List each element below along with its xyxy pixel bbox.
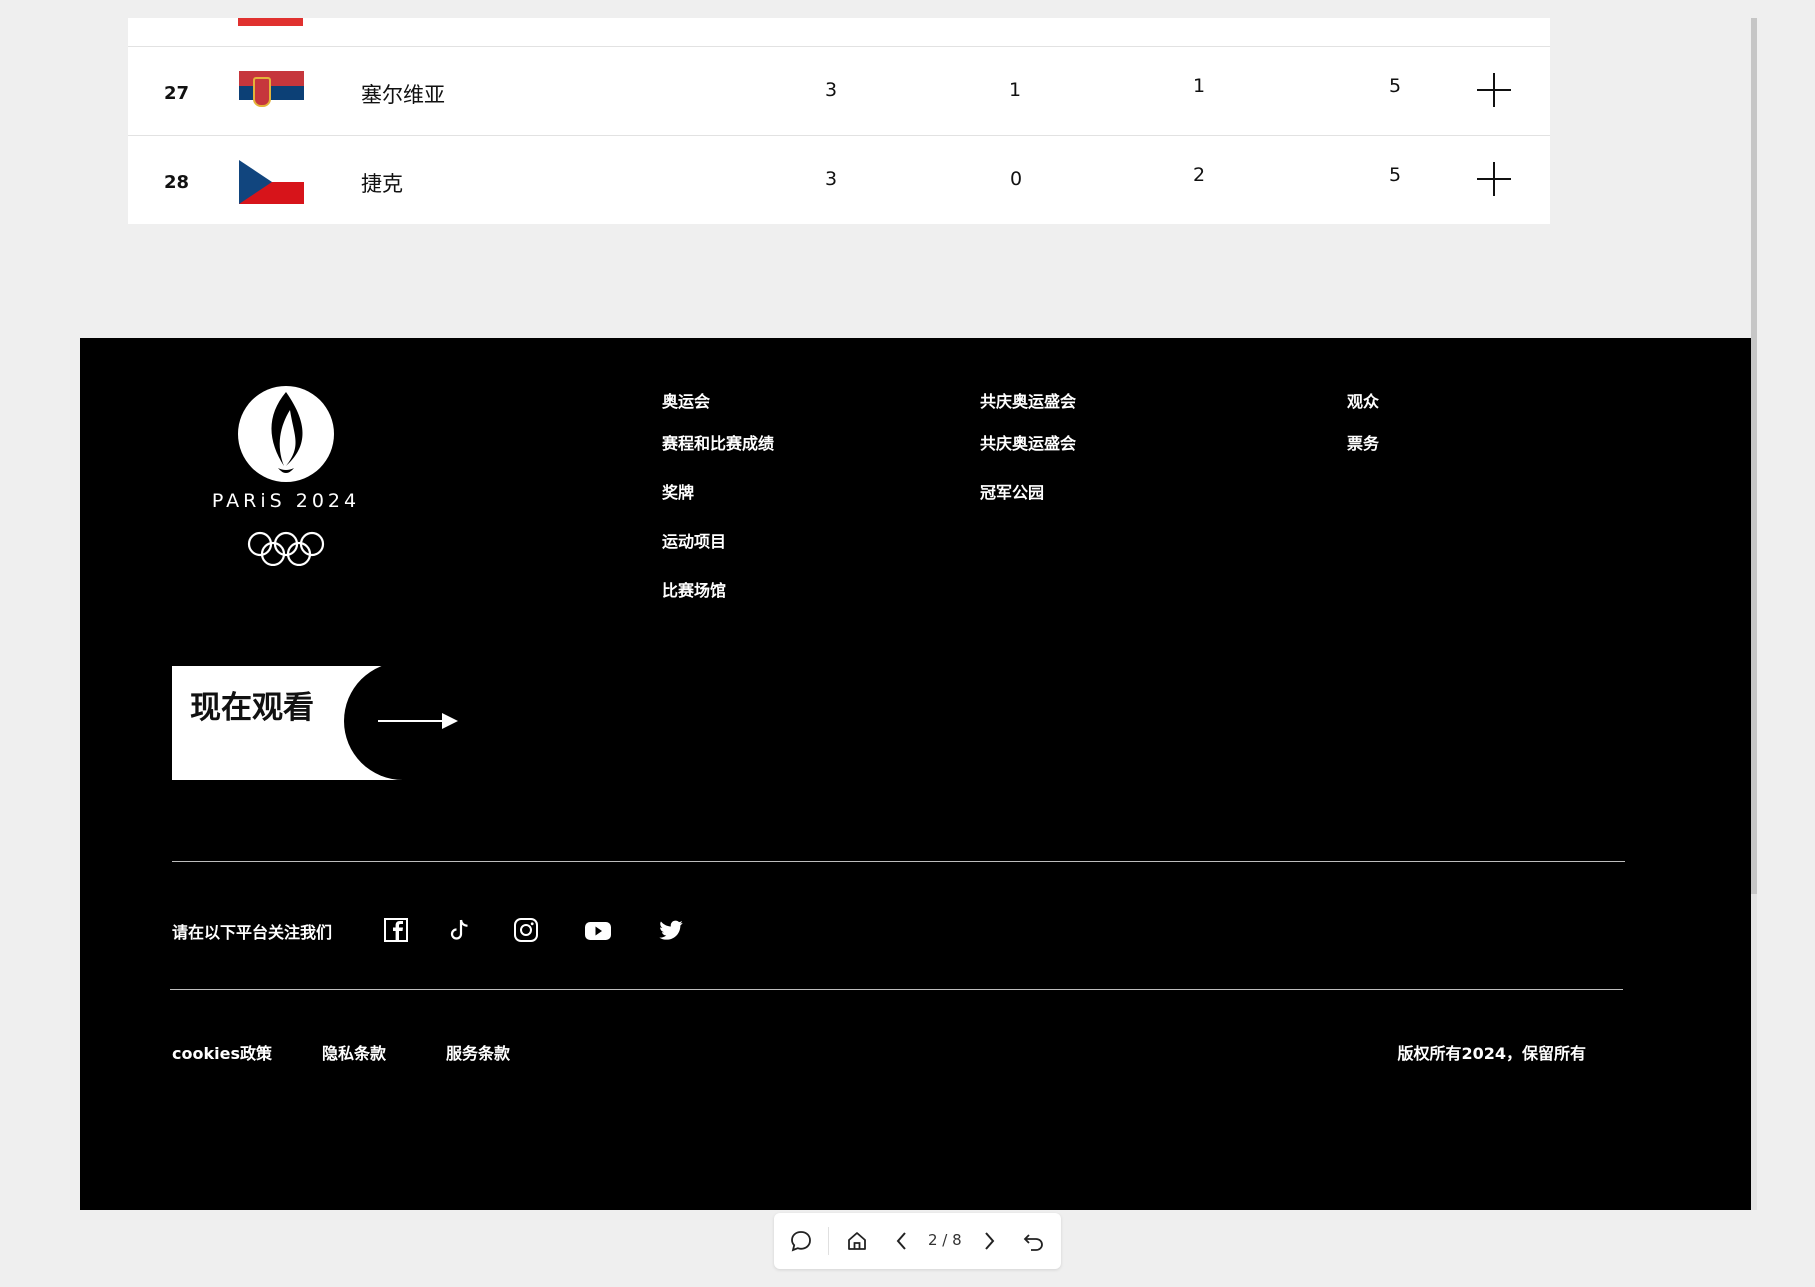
expand-plus-icon[interactable] <box>1475 71 1513 109</box>
watch-now-button[interactable]: 现在观看 <box>170 662 465 782</box>
watch-now-label: 现在观看 <box>190 690 314 726</box>
home-icon[interactable] <box>842 1226 872 1256</box>
scrollbar-track[interactable] <box>1751 894 1757 1210</box>
follow-us-label: 请在以下平台关注我们 <box>172 923 333 942</box>
tiktok-icon[interactable] <box>446 916 474 944</box>
viewer-toolbar: 2 / 8 <box>774 1213 1061 1269</box>
nav-link-champions-park[interactable]: 冠军公园 <box>980 479 1076 502</box>
privacy-terms-link[interactable]: 隐私条款 <box>322 1040 386 1064</box>
silver-count: 1 <box>1008 79 1022 101</box>
gold-count: 3 <box>824 79 838 101</box>
chevron-left-icon[interactable] <box>887 1226 917 1256</box>
flag-partial <box>238 18 303 26</box>
gold-count: 3 <box>824 168 838 190</box>
nav-heading: 观众 <box>1347 392 1380 411</box>
youtube-icon[interactable] <box>583 916 611 944</box>
expand-plus-icon[interactable] <box>1475 160 1513 198</box>
total-count: 5 <box>1388 164 1402 186</box>
nav-link-sports[interactable]: 运动项目 <box>662 528 774 551</box>
table-row-partial <box>128 18 1550 47</box>
country-name: 捷克 <box>361 172 403 196</box>
cookies-policy-link[interactable]: cookies政策 <box>172 1040 272 1064</box>
table-row[interactable]: 28 捷克 3 0 2 5 <box>128 136 1550 224</box>
arrow-right-icon <box>378 720 446 722</box>
nav-link-venues[interactable]: 比赛场馆 <box>662 577 774 600</box>
scrollbar-thumb[interactable] <box>1751 18 1757 894</box>
nav-link-medals[interactable]: 奖牌 <box>662 479 774 502</box>
twitter-icon[interactable] <box>657 916 685 944</box>
instagram-icon[interactable] <box>512 916 540 944</box>
nav-heading: 奥运会 <box>662 392 711 411</box>
page-indicator: 2 / 8 <box>928 1231 962 1249</box>
copyright-text: 版权所有2024，保留所有 <box>1397 1044 1586 1063</box>
nav-link-schedule[interactable]: 赛程和比赛成绩 <box>662 430 774 453</box>
rank: 28 <box>164 172 190 193</box>
paris-2024-logo[interactable]: PARiS 2024 <box>206 386 366 567</box>
czech-flag-icon <box>239 160 304 204</box>
service-terms-link[interactable]: 服务条款 <box>446 1040 510 1064</box>
silver-count: 0 <box>1009 168 1023 190</box>
nav-heading: 共庆奥运盛会 <box>980 392 1077 411</box>
table-row[interactable]: 27 塞尔维亚 3 1 1 5 <box>128 47 1550 136</box>
site-footer: PARiS 2024 奥运会 赛程和比赛成绩 奖牌 运动项目 比赛场馆 共庆奥运… <box>80 338 1751 1210</box>
comment-icon[interactable] <box>786 1226 816 1256</box>
paris-2024-emblem-icon <box>238 386 334 567</box>
bronze-count: 1 <box>1192 75 1206 97</box>
rank: 27 <box>164 83 190 104</box>
nav-link-tickets[interactable]: 票务 <box>1347 430 1379 453</box>
chevron-right-icon[interactable] <box>974 1226 1004 1256</box>
footer-nav-celebrate: 共庆奥运盛会 共庆奥运盛会 冠军公园 <box>980 388 1076 528</box>
divider <box>170 989 1623 990</box>
total-count: 5 <box>1388 75 1402 97</box>
undo-icon[interactable] <box>1019 1226 1049 1256</box>
facebook-icon[interactable] <box>382 916 410 944</box>
bronze-count: 2 <box>1192 164 1206 186</box>
footer-nav-olympics: 奥运会 赛程和比赛成绩 奖牌 运动项目 比赛场馆 <box>662 388 774 626</box>
logo-wordmark: PARiS 2024 <box>211 490 361 512</box>
medal-table: 27 塞尔维亚 3 1 1 5 28 捷克 3 0 2 5 <box>128 18 1550 224</box>
divider <box>172 861 1625 862</box>
serbia-flag-icon <box>239 71 304 115</box>
nav-link-celebrate[interactable]: 共庆奥运盛会 <box>980 430 1076 453</box>
footer-nav-spectators: 观众 票务 <box>1347 388 1379 479</box>
country-name: 塞尔维亚 <box>361 83 445 107</box>
